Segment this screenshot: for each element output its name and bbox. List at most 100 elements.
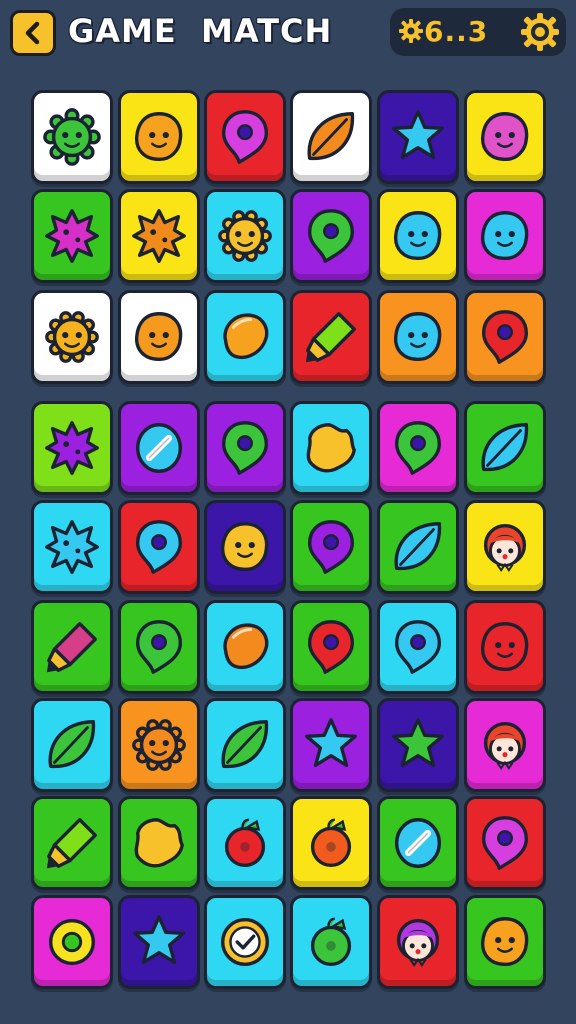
tile-drop-dot[interactable] [118, 600, 200, 694]
game-board [0, 0, 576, 1024]
drop-dot-icon [135, 620, 183, 674]
tile-drop-dot[interactable] [118, 500, 200, 594]
tile-marker[interactable] [31, 796, 113, 890]
tile-lemon[interactable] [204, 290, 286, 384]
leaf-icon [307, 112, 355, 161]
tile-drop-dot[interactable] [464, 796, 546, 890]
sun-face-icon [132, 719, 186, 771]
tile-blob-face[interactable] [118, 290, 200, 384]
tile-star-blob[interactable] [290, 401, 372, 495]
tile-berry[interactable] [204, 796, 286, 890]
germ-face-icon [43, 108, 101, 166]
marker-icon [46, 622, 97, 673]
drop-dot-icon [307, 209, 355, 263]
tile-marker[interactable] [290, 290, 372, 384]
tile-star[interactable] [118, 895, 200, 989]
splat-icon [45, 421, 99, 475]
tile-germ-face[interactable] [31, 90, 113, 184]
tile-ring[interactable] [31, 895, 113, 989]
lemon-icon [223, 623, 269, 669]
tile-splat[interactable] [31, 500, 113, 594]
drop-dot-icon [481, 816, 529, 870]
drop-dot-icon [221, 110, 269, 164]
drop-dot-icon [481, 310, 529, 364]
tile-drop-dot[interactable] [204, 401, 286, 495]
blob-face-icon [481, 917, 529, 966]
blob-face-icon [394, 312, 442, 361]
blob-face-icon [481, 622, 529, 671]
tile-leaf[interactable] [204, 698, 286, 792]
ring-icon [48, 918, 96, 966]
berry-icon [224, 818, 266, 867]
pill-icon [394, 818, 442, 868]
tile-blob-face[interactable] [377, 189, 459, 283]
tile-blob-face[interactable] [118, 90, 200, 184]
berry-icon [310, 917, 352, 966]
tile-blob-face[interactable] [464, 600, 546, 694]
sun-face-icon [45, 311, 99, 363]
tile-splat[interactable] [118, 189, 200, 283]
tile-sun-face[interactable] [118, 698, 200, 792]
tile-splat[interactable] [31, 189, 113, 283]
tile-lemon[interactable] [204, 600, 286, 694]
lemon-icon [223, 313, 269, 359]
tile-drop-dot[interactable] [377, 600, 459, 694]
tile-leaf[interactable] [377, 500, 459, 594]
tile-drop-dot[interactable] [204, 90, 286, 184]
tile-leaf[interactable] [290, 90, 372, 184]
star-blob-icon [134, 818, 184, 868]
tile-drop-dot[interactable] [290, 500, 372, 594]
star-blob-icon [306, 423, 356, 473]
tile-blob-face[interactable] [464, 895, 546, 989]
leaf-icon [394, 522, 442, 571]
star-icon [392, 718, 444, 768]
tile-blob-face[interactable] [377, 290, 459, 384]
blob-face-icon [394, 211, 442, 260]
tile-pill[interactable] [118, 401, 200, 495]
blob-face-icon [135, 112, 183, 161]
tile-star-blob[interactable] [118, 796, 200, 890]
tile-drop-dot[interactable] [290, 189, 372, 283]
marker-icon [305, 312, 356, 363]
tile-berry[interactable] [290, 895, 372, 989]
berry-icon [310, 818, 352, 867]
tile-blob-face[interactable] [464, 189, 546, 283]
drop-dot-icon [135, 520, 183, 574]
star-icon [305, 718, 357, 768]
tile-leaf[interactable] [31, 698, 113, 792]
blob-face-icon [481, 211, 529, 260]
tile-blob-face[interactable] [204, 500, 286, 594]
drop-dot-icon [394, 620, 442, 674]
tile-star[interactable] [377, 90, 459, 184]
tile-drop-dot[interactable] [464, 290, 546, 384]
tile-splat[interactable] [31, 401, 113, 495]
tile-sun-face[interactable] [31, 290, 113, 384]
tile-star[interactable] [290, 698, 372, 792]
tile-check-coin[interactable] [204, 895, 286, 989]
star-icon [392, 110, 444, 160]
tile-girl-face[interactable] [377, 895, 459, 989]
tile-star[interactable] [377, 698, 459, 792]
splat-icon [45, 520, 99, 574]
tile-sun-face[interactable] [204, 189, 286, 283]
tile-leaf[interactable] [464, 401, 546, 495]
drop-dot-icon [307, 620, 355, 674]
leaf-icon [221, 720, 269, 769]
girl-face-icon [396, 918, 440, 967]
tile-berry[interactable] [290, 796, 372, 890]
blob-face-icon [135, 312, 183, 361]
blob-face-icon [221, 522, 269, 571]
tile-girl-face[interactable] [464, 698, 546, 792]
tile-marker[interactable] [31, 600, 113, 694]
tile-pill[interactable] [377, 796, 459, 890]
splat-icon [132, 209, 186, 263]
tile-drop-dot[interactable] [290, 600, 372, 694]
splat-icon [45, 209, 99, 263]
tile-girl-face[interactable] [464, 500, 546, 594]
leaf-icon [48, 720, 96, 769]
leaf-icon [481, 423, 529, 472]
tile-drop-dot[interactable] [377, 401, 459, 495]
pill-icon [135, 423, 183, 473]
tile-blob-face[interactable] [464, 90, 546, 184]
girl-face-icon [483, 523, 527, 572]
